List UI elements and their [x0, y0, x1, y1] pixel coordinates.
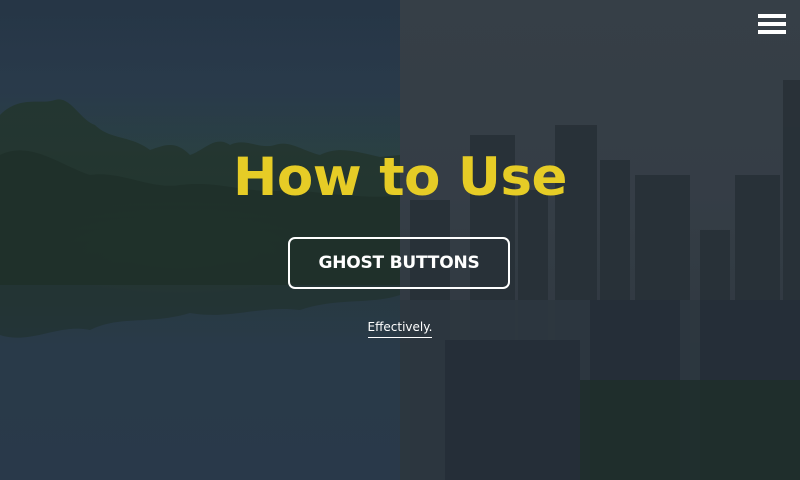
- hamburger-menu-icon[interactable]: [758, 12, 786, 36]
- page-title: How to Use: [233, 147, 567, 208]
- hero-section: How to Use GHOST BUTTONS Effectively.: [0, 0, 800, 480]
- menu-bar-middle: [758, 22, 786, 26]
- menu-bar-bottom: [758, 30, 786, 34]
- menu-bar-top: [758, 14, 786, 18]
- subtitle-link-wrapper: Effectively.: [0, 318, 800, 338]
- ghost-buttons-button[interactable]: GHOST BUTTONS: [288, 237, 510, 289]
- effectively-link[interactable]: Effectively.: [367, 318, 433, 338]
